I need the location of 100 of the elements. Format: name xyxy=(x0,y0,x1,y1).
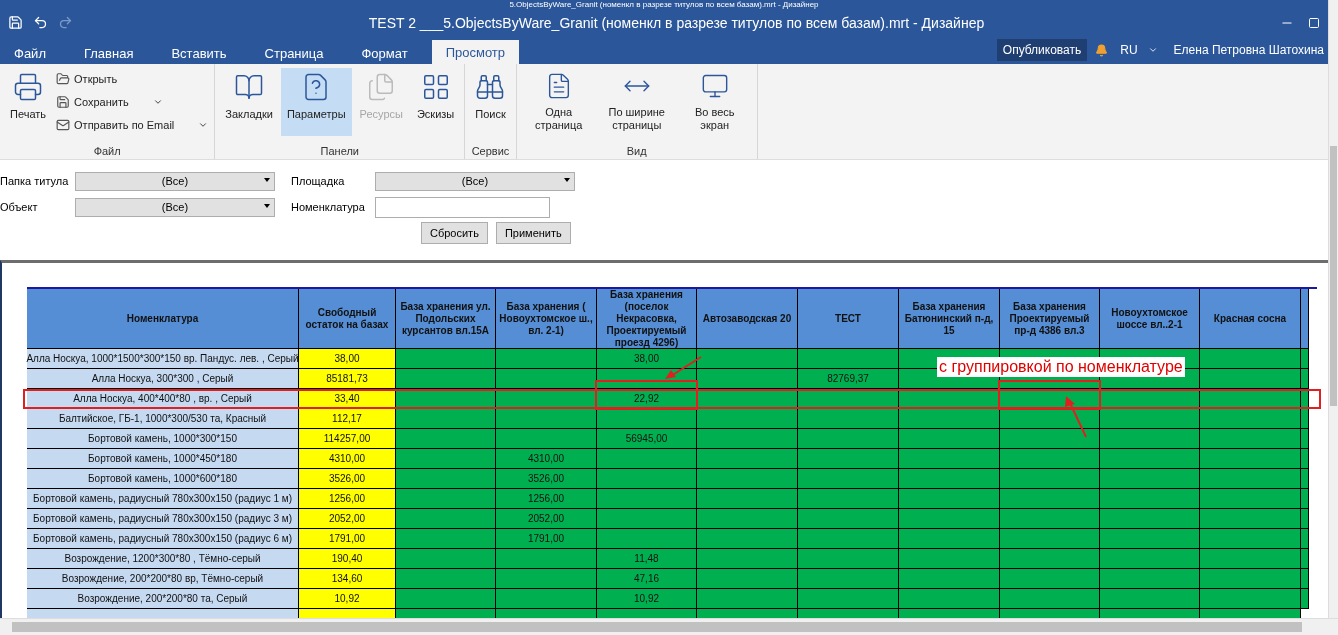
table-cell: 10,92 xyxy=(597,589,697,609)
filter-label: Объект xyxy=(0,201,39,213)
ribbon-button[interactable]: Поиск xyxy=(469,68,512,136)
table-cell: 3526,00 xyxy=(299,469,396,489)
caret-icon xyxy=(264,177,270,182)
group-label: Файл xyxy=(92,144,122,159)
undo-icon[interactable] xyxy=(33,15,48,30)
group-label: Вид xyxy=(625,144,648,159)
redo-icon[interactable] xyxy=(58,15,73,30)
ribbon-button[interactable]: Печать xyxy=(4,68,53,136)
column-header: Красная сосна xyxy=(1200,289,1301,349)
table-cell: 2052,00 xyxy=(299,509,396,529)
filter-dropdown[interactable]: (Все) xyxy=(75,197,275,217)
language-dropdown[interactable]: RU xyxy=(1114,42,1164,58)
filter-label: Номенклатура xyxy=(291,201,366,213)
menu-tab[interactable]: Страница xyxy=(250,42,338,64)
publish-button[interactable]: Опубликовать xyxy=(996,39,1088,61)
filter-button[interactable]: Сбросить xyxy=(421,222,488,244)
caret-icon xyxy=(564,177,570,182)
table-cell: 85181,73 xyxy=(299,369,396,389)
table-cell: 56945,00 xyxy=(597,429,697,449)
table-cell: 1256,00 xyxy=(299,489,396,509)
column-header xyxy=(1301,289,1309,349)
table-cell: 134,60 xyxy=(299,569,396,589)
table-cell: Бортовой камень, радиусный 780х300х150 (радиус 1 м) xyxy=(27,489,299,509)
ribbon-button[interactable]: Во весь экран xyxy=(676,68,753,136)
filter-label: Площадка xyxy=(291,175,346,187)
window-title: TEST 2 ___5.ObjectsByWare_Granit (номенкл в разрезе титулов по всем базам).mrt - Дизайнер xyxy=(367,14,986,31)
ribbon-small-icon xyxy=(56,71,71,86)
table-cell: Бортовой камень, радиусный 780х300х150 (радиус 6 м) xyxy=(27,529,299,549)
ribbon-button[interactable]: Одна страница xyxy=(520,68,597,136)
maximize-icon[interactable] xyxy=(1308,15,1320,30)
table-cell: Алла Носкуа, 300*300 , Серый xyxy=(27,369,299,389)
column-header: ТЕСТ xyxy=(798,289,899,349)
table-cell: Алла Носкуа, 1000*1500*300*150 вр. Пандус. лев. , Серый xyxy=(27,349,299,369)
column-header: Новоухтомское шоссе вл..2-1 xyxy=(1100,289,1200,349)
ribbon-button[interactable]: Параметры xyxy=(280,68,352,136)
user-name: Елена Петровна Шатохина xyxy=(1173,43,1324,57)
annotation-arrow xyxy=(1064,395,1090,439)
save-icon[interactable] xyxy=(8,15,23,30)
ribbon-icon xyxy=(234,72,265,102)
table-cell: Возрождение, 200*200*80 та, Серый xyxy=(27,589,299,609)
horizontal-scrollbar[interactable] xyxy=(0,618,1338,635)
input-field[interactable] xyxy=(375,196,550,218)
table-cell: 1791,00 xyxy=(496,529,597,549)
column-header: Номенклатура xyxy=(27,289,299,349)
menu-tab[interactable]: Вставить xyxy=(157,42,241,64)
column-header: База хранения Батюнинский п-д, 15 xyxy=(899,289,1000,349)
vertical-scrollbar[interactable] xyxy=(1328,0,1338,618)
table-cell: Возрождение, 1200*300*80 , Тёмно-серый xyxy=(27,549,299,569)
table-cell: Балтийское, ГБ-1, 1000*300/530 та, Красный xyxy=(27,409,299,429)
table-cell: 2052,00 xyxy=(496,509,597,529)
column-header: Свободный остаток на базах xyxy=(299,289,396,349)
annotation-arrow xyxy=(663,356,703,380)
annotation-label: с группировкой по номенклатуре xyxy=(937,357,1185,377)
filter-label: Папка титула xyxy=(0,175,70,187)
menu-tab[interactable]: Главная xyxy=(69,42,148,64)
column-header: Автозаводская 20 xyxy=(697,289,798,349)
table-cell: 3526,00 xyxy=(496,469,597,489)
menu-tab[interactable]: Формат xyxy=(347,42,422,64)
table-cell: Бортовой камень, радиусный 780х300х150 (радиус 3 м) xyxy=(27,509,299,529)
table-cell: 1791,00 xyxy=(299,529,396,549)
table-cell: 112,17 xyxy=(299,409,396,429)
ribbon-button[interactable]: Эскизы xyxy=(410,68,461,136)
table-cell: 47,16 xyxy=(597,569,697,589)
ribbon-menu-button[interactable]: Сохранить xyxy=(54,91,211,112)
table-cell: Возрождение, 200*200*80 вр, Тёмно-серый xyxy=(27,569,299,589)
scroll-thumb[interactable] xyxy=(1330,146,1337,406)
ribbon-button[interactable]: По ширине страницы xyxy=(598,68,675,136)
menu-tab[interactable]: Просмотр xyxy=(431,40,520,64)
table-cell: 4310,00 xyxy=(496,449,597,469)
group-label: Панели xyxy=(319,144,360,159)
table-cell: Бортовой камень, 1000*600*180 xyxy=(27,469,299,489)
ribbon-small-icon xyxy=(56,94,71,109)
column-header: База хранения (поселок Некрасовка, Проектируемый проезд 4296) xyxy=(597,289,697,349)
ribbon-icon xyxy=(13,72,43,102)
filter-button[interactable]: Применить xyxy=(495,222,571,244)
ribbon-small-icon xyxy=(56,117,71,132)
table-cell: Бортовой камень, 1000*300*150 xyxy=(27,429,299,449)
filter-dropdown[interactable]: (Все) xyxy=(375,171,575,191)
filter-dropdown[interactable]: (Все) xyxy=(75,171,275,191)
table-cell: 82769,37 xyxy=(798,369,899,389)
group-label: Сервис xyxy=(470,144,511,159)
ribbon-menu-button[interactable]: Отправить по Email xyxy=(54,114,211,135)
menu-tab[interactable]: Файл xyxy=(0,42,60,64)
table-cell: 38,00 xyxy=(597,349,697,369)
column-header: База хранения ул. Подольских курсантов вл.15А xyxy=(396,289,496,349)
column-header: База хранения Проектируемый пр-д 4386 вл.3 xyxy=(1000,289,1100,349)
caret-icon xyxy=(264,203,270,208)
ribbon-menu-button[interactable]: Открыть xyxy=(54,68,211,89)
scroll-thumb[interactable] xyxy=(12,622,1302,632)
background-window-title: 5.ObjectsByWare_Granit (номенкл в разрезе титулов по всем базам).mrt - Дизайнер xyxy=(0,0,1328,9)
ribbon-icon xyxy=(475,72,506,102)
ribbon-button[interactable]: Закладки xyxy=(219,68,279,136)
caret-icon xyxy=(1147,45,1158,55)
table-cell: 114257,00 xyxy=(299,429,396,449)
table-cell: 38,00 xyxy=(299,349,396,369)
bell-icon[interactable] xyxy=(1095,43,1109,57)
table-cell: 4310,00 xyxy=(299,449,396,469)
table-cell: 190,40 xyxy=(299,549,396,569)
